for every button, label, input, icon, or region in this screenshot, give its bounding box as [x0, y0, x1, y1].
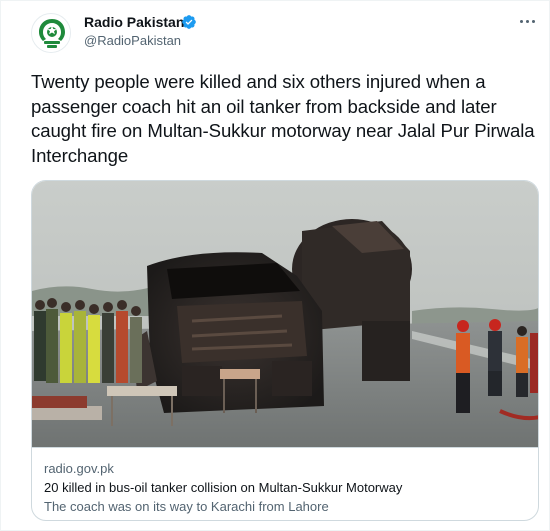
link-card-info[interactable]: radio.gov.pk 20 killed in bus-oil tanker… — [32, 447, 538, 520]
link-card-title: 20 killed in bus-oil tanker collision on… — [44, 480, 403, 495]
avatar[interactable] — [31, 13, 71, 53]
radio-pakistan-logo-icon — [33, 15, 70, 52]
tweet[interactable]: Radio Pakistan @RadioPakistan Twenty peo… — [0, 0, 550, 531]
link-card-description: The coach was on its way to Karachi from… — [44, 499, 329, 514]
link-card-domain: radio.gov.pk — [44, 461, 114, 476]
more-options-icon[interactable] — [515, 9, 539, 33]
display-name[interactable]: Radio Pakistan — [84, 13, 184, 31]
news-photo — [32, 181, 538, 447]
link-card[interactable]: radio.gov.pk 20 killed in bus-oil tanker… — [31, 180, 539, 521]
verified-badge-icon — [182, 15, 196, 29]
author-handle[interactable]: @RadioPakistan — [84, 32, 181, 49]
tweet-text: Twenty people were killed and six others… — [31, 71, 535, 166]
